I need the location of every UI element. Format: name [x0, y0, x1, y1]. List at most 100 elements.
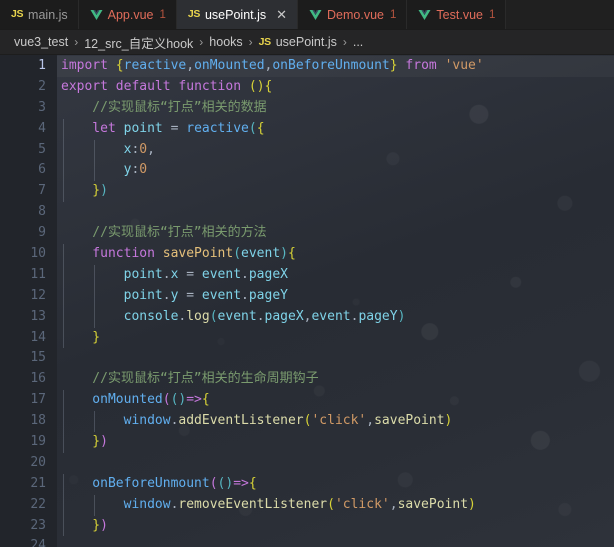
code-line[interactable]: 4 let point = reactive({: [0, 118, 614, 140]
breadcrumb-item-project[interactable]: vue3_test: [14, 35, 68, 49]
line-content: //实现鼠标“打点”相关的生命周期钩子: [61, 371, 319, 387]
breadcrumb-separator: ›: [74, 35, 79, 49]
code-line[interactable]: 15: [0, 348, 614, 369]
breadcrumb-separator: ›: [342, 35, 347, 49]
line-number: 1: [38, 58, 46, 73]
breadcrumb-item-folder[interactable]: 12_src_自定义hook: [84, 33, 193, 52]
tab-problem-badge: 1: [488, 8, 496, 21]
line-number: 16: [30, 371, 46, 387]
code-line[interactable]: 3 //实现鼠标“打点”相关的数据: [0, 98, 614, 119]
breadcrumb-separator: ›: [199, 35, 204, 49]
breadcrumb-item-hooks[interactable]: hooks: [209, 35, 242, 49]
line-content: let point = reactive({: [57, 118, 614, 140]
line-content: window.addEventListener('click',savePoin…: [57, 411, 614, 433]
code-line[interactable]: 8: [0, 202, 614, 223]
js-file-icon: JS: [258, 36, 271, 48]
tab-app-vue[interactable]: App.vue 1: [78, 0, 177, 29]
line-content: y:0: [57, 160, 614, 182]
code-content[interactable]: 1 import {reactive,onMounted,onBeforeUnm…: [0, 55, 614, 547]
code-editor[interactable]: 1 import {reactive,onMounted,onBeforeUnm…: [0, 55, 614, 547]
tab-test-vue[interactable]: Test.vue 1: [407, 0, 507, 29]
code-line[interactable]: 11 point.x = event.pageX: [0, 264, 614, 286]
code-line[interactable]: 2 export default function (){: [0, 77, 614, 98]
line-number: 20: [30, 454, 46, 470]
tab-demo-vue[interactable]: Demo.vue 1: [298, 0, 408, 29]
line-content: }): [57, 432, 614, 453]
line-content: point.y = event.pageY: [57, 285, 614, 307]
code-line[interactable]: 21 onBeforeUnmount(()=>{: [0, 473, 614, 495]
line-content: //实现鼠标“打点”相关的数据: [61, 99, 267, 115]
breadcrumb-item-symbols[interactable]: ...: [353, 35, 363, 49]
js-file-icon: JS: [187, 8, 200, 21]
tab-label: App.vue: [107, 7, 154, 22]
line-number: 23: [30, 517, 46, 533]
code-line[interactable]: 12 point.y = event.pageY: [0, 285, 614, 307]
line-content: [57, 202, 614, 223]
line-content: [57, 453, 614, 474]
line-number: 21: [30, 475, 46, 491]
tab-label: Demo.vue: [327, 7, 385, 22]
code-line[interactable]: 13 console.log(event.pageX,event.pageY): [0, 306, 614, 328]
code-line[interactable]: 6 y:0: [0, 160, 614, 182]
code-line[interactable]: 16 //实现鼠标“打点”相关的生命周期钩子: [0, 369, 614, 390]
vscode-window: JS main.js App.vue 1 JS usePoint.js ✕ De…: [0, 0, 614, 547]
tab-usepoint-js[interactable]: JS usePoint.js ✕: [176, 0, 299, 29]
code-line[interactable]: 24: [0, 536, 614, 547]
line-content: export default function (){: [61, 78, 273, 94]
line-number: 9: [38, 225, 46, 241]
code-line[interactable]: 10 function savePoint(event){: [0, 244, 614, 265]
code-line[interactable]: 18 window.addEventListener('click',saveP…: [0, 411, 614, 433]
line-number: 15: [30, 350, 46, 366]
line-number: 3: [38, 99, 46, 115]
js-file-icon: JS: [11, 8, 24, 21]
line-number: 6: [38, 162, 46, 178]
line-content: x:0,: [57, 139, 614, 161]
line-number: 5: [38, 141, 46, 157]
code-line[interactable]: 22 window.removeEventListener('click',sa…: [0, 494, 614, 516]
line-number: 7: [38, 183, 46, 199]
code-line[interactable]: 17 onMounted(()=>{: [0, 390, 614, 412]
editor-tab-bar: JS main.js App.vue 1 JS usePoint.js ✕ De…: [0, 0, 614, 30]
code-line[interactable]: 14 }: [0, 327, 614, 349]
line-content: }: [57, 327, 614, 349]
line-content: console.log(event.pageX,event.pageY): [57, 306, 614, 328]
tab-main-js[interactable]: JS main.js: [0, 0, 79, 29]
code-line[interactable]: 20: [0, 453, 614, 474]
line-content: import {reactive,onMounted,onBeforeUnmou…: [57, 56, 614, 77]
breadcrumb: vue3_test › 12_src_自定义hook › hooks › JS …: [0, 30, 614, 55]
line-number: 24: [30, 538, 46, 547]
close-icon[interactable]: ✕: [276, 8, 287, 21]
line-content: window.removeEventListener('click',saveP…: [57, 494, 614, 516]
code-line[interactable]: 9 //实现鼠标“打点”相关的方法: [0, 223, 614, 244]
tab-problem-badge: 1: [159, 8, 166, 21]
tab-problem-badge: 1: [390, 8, 397, 21]
line-number: 11: [30, 266, 46, 282]
breadcrumb-item-file[interactable]: usePoint.js: [276, 35, 337, 49]
line-number: 13: [30, 308, 46, 324]
line-content: [57, 536, 614, 547]
breadcrumb-separator: ›: [248, 35, 253, 49]
line-content: point.x = event.pageX: [57, 264, 614, 286]
code-line[interactable]: 5 x:0,: [0, 139, 614, 161]
line-number: 8: [38, 204, 46, 220]
vue-file-icon: [90, 9, 103, 21]
line-number: 12: [30, 287, 46, 303]
vue-file-icon: [309, 9, 322, 21]
line-number: 18: [30, 413, 46, 429]
code-line[interactable]: 19 }): [0, 432, 614, 453]
line-number: 19: [30, 434, 46, 450]
line-content: onBeforeUnmount(()=>{: [57, 473, 614, 495]
line-number: 10: [30, 246, 46, 262]
line-content: onMounted(()=>{: [57, 390, 614, 412]
code-line[interactable]: 1 import {reactive,onMounted,onBeforeUnm…: [0, 56, 614, 77]
code-line[interactable]: 23 }): [0, 515, 614, 537]
line-number: 2: [38, 78, 46, 94]
line-content: }): [57, 181, 614, 203]
line-content: [57, 348, 614, 369]
tab-label: main.js: [28, 7, 68, 22]
line-number: 14: [30, 329, 46, 345]
line-content: //实现鼠标“打点”相关的方法: [61, 225, 267, 241]
line-content: function savePoint(event){: [57, 244, 614, 265]
code-line[interactable]: 7 }): [0, 181, 614, 203]
line-number: 17: [30, 392, 46, 408]
